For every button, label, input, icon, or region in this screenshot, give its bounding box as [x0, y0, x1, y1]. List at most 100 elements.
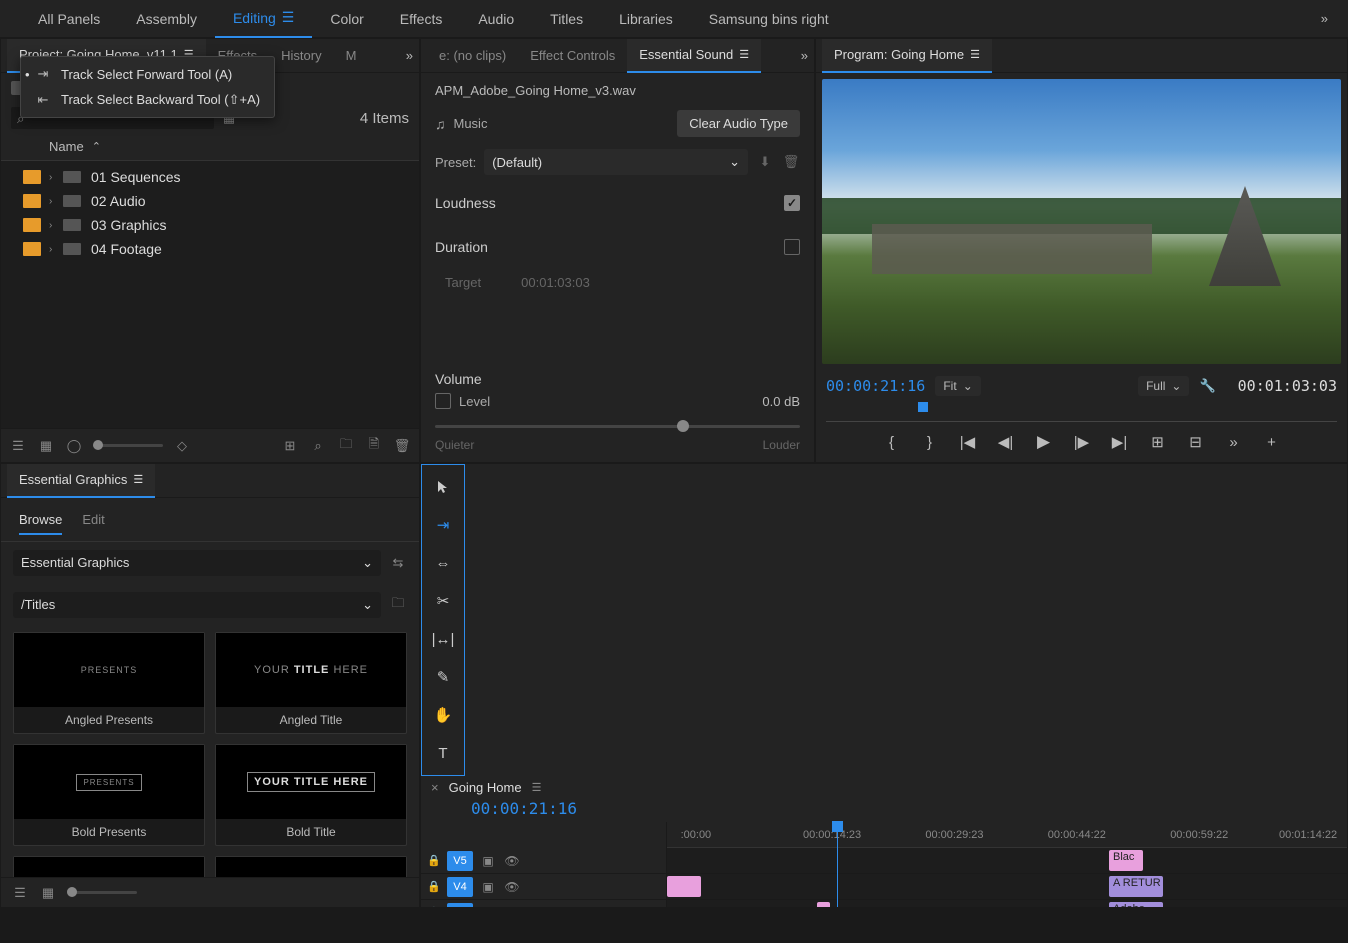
play-button[interactable]: ▶ — [1034, 432, 1054, 452]
sort-icon[interactable]: ◇ — [173, 437, 191, 455]
duration-section[interactable]: Duration — [435, 231, 800, 263]
go-to-out-button[interactable]: ▶| — [1110, 432, 1130, 452]
new-bin-icon[interactable]: 🗀 — [337, 437, 355, 455]
automate-icon[interactable]: ⊞ — [281, 437, 299, 455]
close-sequence-icon[interactable]: × — [431, 780, 439, 795]
panel-menu-icon[interactable]: ☰ — [532, 781, 542, 794]
workspace-custom-samsung[interactable]: Samsung bins right — [691, 0, 847, 38]
eg-preset-item[interactable] — [215, 856, 407, 877]
step-back-button[interactable]: ◀| — [996, 432, 1016, 452]
eg-folder-icon[interactable]: 🗀 — [389, 596, 407, 614]
zoom-slider-thumb[interactable] — [93, 440, 103, 450]
track-select-tool[interactable]: ⇥ — [431, 513, 455, 537]
lift-button[interactable]: ⊞ — [1148, 432, 1168, 452]
tab-history[interactable]: History — [269, 39, 333, 73]
workspace-audio[interactable]: Audio — [460, 0, 532, 38]
new-item-icon[interactable]: 🗎 — [365, 437, 383, 455]
expand-caret-icon[interactable]: › — [49, 220, 63, 231]
type-tool[interactable]: T — [431, 741, 455, 765]
icon-view-icon[interactable]: ▦ — [37, 437, 55, 455]
project-column-name[interactable]: Name ⌃ — [1, 133, 419, 161]
razor-tool[interactable]: ✂ — [431, 589, 455, 613]
timeline-ruler[interactable]: :00:00 00:00:14:23 00:00:29:23 00:00:44:… — [667, 822, 1347, 848]
button-editor-button[interactable]: + — [1262, 432, 1282, 452]
level-checkbox[interactable] — [435, 393, 451, 409]
track-lane-v3[interactable]: Adobe — [667, 900, 1347, 908]
program-resolution-select[interactable]: Full⌄ — [1138, 376, 1189, 396]
tab-overflow[interactable]: M — [334, 39, 369, 73]
track-lane-v5[interactable]: Blac — [667, 848, 1347, 874]
export-frame-button[interactable]: » — [1224, 432, 1244, 452]
track-visibility-toggle[interactable]: 👁 — [503, 880, 521, 894]
eg-edit-tab[interactable]: Edit — [82, 506, 104, 535]
delete-preset-icon[interactable]: 🗑 — [782, 154, 800, 170]
track-header-v4[interactable]: 🔒V4▣👁 — [421, 874, 666, 900]
tab-effect-controls[interactable]: Effect Controls — [518, 39, 627, 73]
track-lane-v4[interactable]: A RETUR — [667, 874, 1347, 900]
eg-preset-item[interactable]: PRESENTSAngled Presents — [13, 632, 205, 734]
track-target-v4[interactable]: V4 — [447, 877, 473, 897]
eg-preset-item[interactable]: YOUR TITLE HEREBold Title — [215, 744, 407, 846]
eg-folder-select[interactable]: /Titles⌄ — [13, 592, 381, 618]
track-output-toggle[interactable]: ▣ — [479, 906, 497, 909]
eg-list-view-icon[interactable]: ☰ — [11, 884, 29, 902]
trash-icon[interactable]: 🗑 — [393, 437, 411, 455]
list-view-icon[interactable]: ☰ — [9, 437, 27, 455]
eg-zoom-thumb[interactable] — [67, 887, 77, 897]
track-target-v5[interactable]: V5 — [447, 851, 473, 871]
sequence-name[interactable]: Going Home — [449, 780, 522, 795]
lock-icon[interactable]: 🔒 — [427, 880, 441, 893]
timeline-clip[interactable]: A RETUR — [1109, 876, 1163, 897]
freeform-view-icon[interactable]: ◯ — [65, 437, 83, 455]
volume-slider-thumb[interactable] — [677, 420, 689, 432]
ripple-edit-tool[interactable]: ⇔ — [431, 551, 455, 575]
save-preset-icon[interactable]: ⬇ — [756, 154, 774, 170]
es-tabs-overflow[interactable]: » — [781, 48, 808, 63]
expand-caret-icon[interactable]: › — [49, 244, 63, 255]
tab-program[interactable]: Program: Going Home☰ — [822, 39, 992, 73]
step-forward-button[interactable]: |▶ — [1072, 432, 1092, 452]
track-header-v5[interactable]: 🔒V5▣👁 — [421, 848, 666, 874]
panel-menu-icon[interactable]: ☰ — [133, 473, 143, 486]
bin-item[interactable]: ›03 Graphics — [1, 213, 419, 237]
program-zoom-select[interactable]: Fit⌄ — [935, 376, 980, 396]
lock-icon[interactable]: 🔒 — [427, 906, 441, 908]
timeline-clip[interactable] — [817, 902, 831, 908]
timeline-clip[interactable]: Blac — [1109, 850, 1143, 871]
project-zoom-slider[interactable] — [93, 444, 163, 447]
track-target-v3[interactable]: V3 — [447, 903, 473, 909]
track-visibility-toggle[interactable]: 👁 — [503, 906, 521, 909]
panel-menu-icon[interactable]: ☰ — [739, 48, 749, 61]
eg-library-sync-icon[interactable]: ⇆ — [389, 554, 407, 572]
preset-select[interactable]: (Default)⌄ — [484, 149, 748, 175]
timeline-clip[interactable] — [667, 876, 701, 897]
duration-checkbox[interactable] — [784, 239, 800, 255]
project-tabs-overflow[interactable]: » — [386, 48, 413, 63]
workspace-overflow-button[interactable]: » — [1301, 11, 1328, 26]
bin-item[interactable]: ›01 Sequences — [1, 165, 419, 189]
tab-essential-graphics[interactable]: Essential Graphics☰ — [7, 464, 155, 498]
eg-preset-item[interactable]: YOUR TITLE HEREAngled Title — [215, 632, 407, 734]
eg-preset-item[interactable]: PRESENTSBold Presents — [13, 744, 205, 846]
track-header-v3[interactable]: 🔒 V3 ▣ 👁 — [421, 900, 666, 908]
slip-tool[interactable]: |↔| — [431, 627, 455, 651]
clear-audio-type-button[interactable]: Clear Audio Type — [677, 110, 800, 137]
workspace-titles[interactable]: Titles — [532, 0, 601, 38]
workspace-assembly[interactable]: Assembly — [118, 0, 215, 38]
panel-menu-icon[interactable]: ☰ — [970, 48, 980, 61]
workspace-effects[interactable]: Effects — [382, 0, 461, 38]
eg-grid-view-icon[interactable]: ▦ — [39, 884, 57, 902]
volume-slider[interactable] — [435, 425, 800, 428]
go-to-in-button[interactable]: |◀ — [958, 432, 978, 452]
mark-out-button[interactable]: } — [920, 432, 940, 452]
eg-browse-tab[interactable]: Browse — [19, 506, 62, 535]
pen-tool[interactable]: ✎ — [431, 665, 455, 689]
find-icon[interactable]: ⌕ — [309, 437, 327, 455]
bin-item[interactable]: ›04 Footage — [1, 237, 419, 261]
hand-tool[interactable]: ✋ — [431, 703, 455, 727]
timeline-playhead[interactable] — [837, 822, 838, 908]
track-visibility-toggle[interactable]: 👁 — [503, 854, 521, 868]
tab-source[interactable]: e: (no clips) — [427, 39, 518, 73]
workspace-color[interactable]: Color — [312, 0, 381, 38]
bin-item[interactable]: ›02 Audio — [1, 189, 419, 213]
